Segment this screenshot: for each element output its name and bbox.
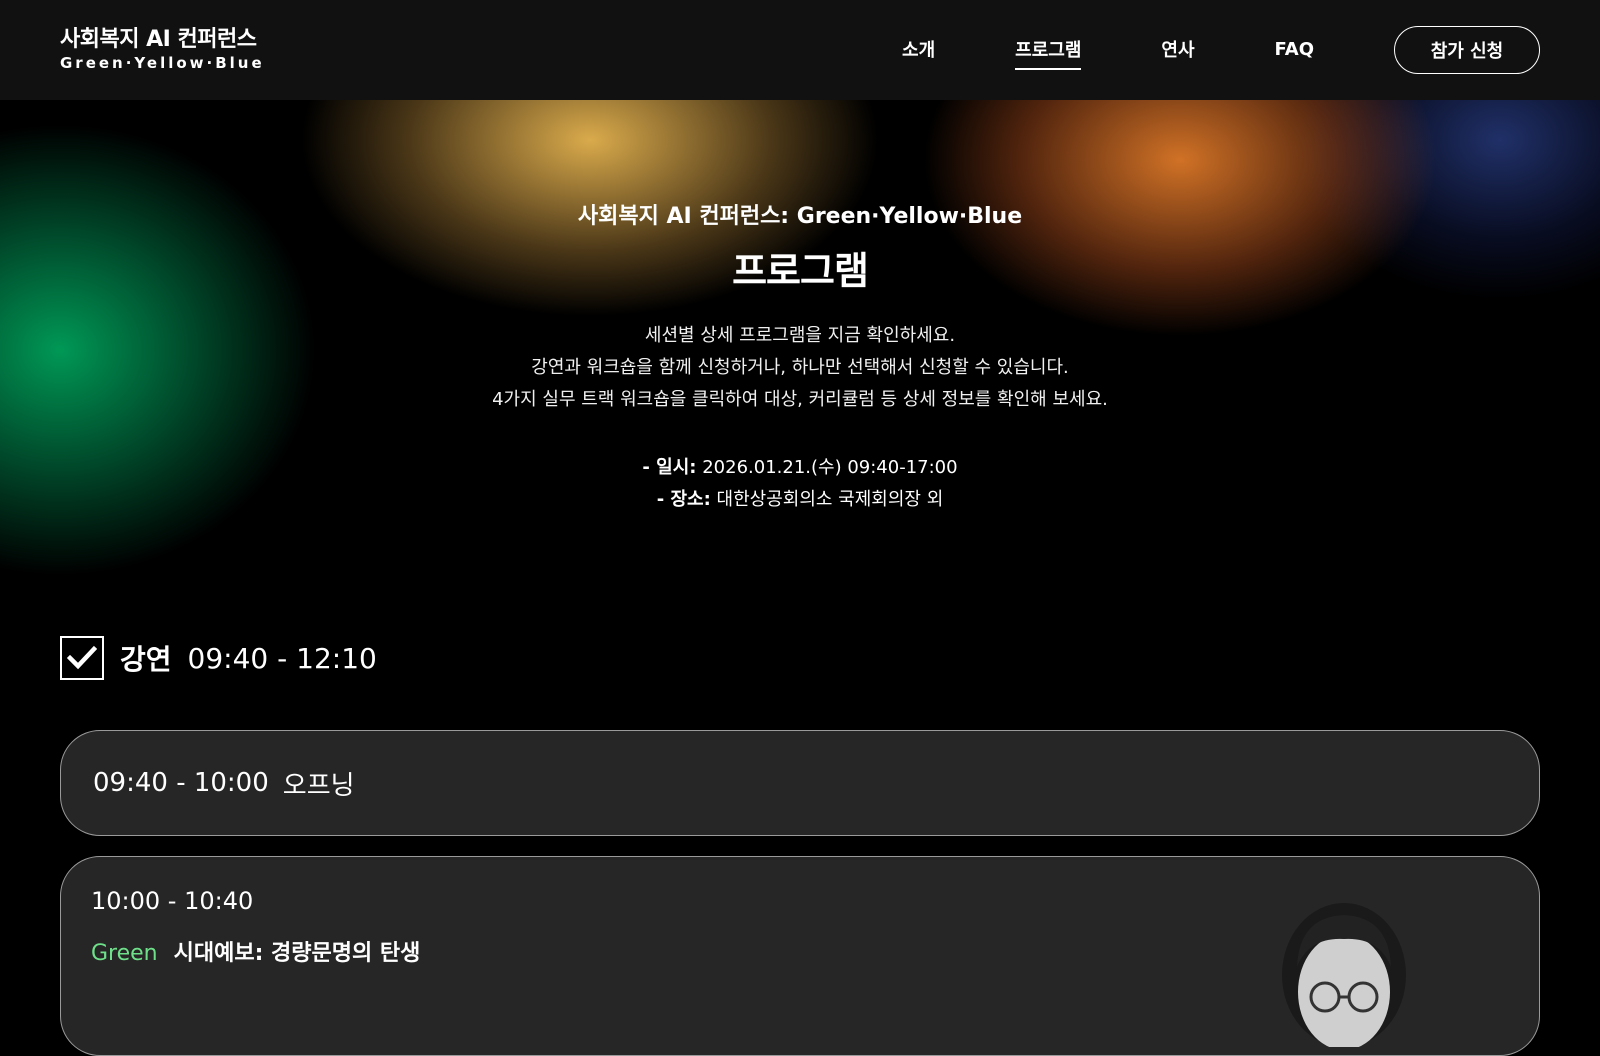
lecture-checkbox[interactable] <box>60 636 104 680</box>
event-place-value: 대한상공회의소 국제회의장 외 <box>716 489 944 510</box>
session-track-badge: Green <box>91 941 158 966</box>
logo-title: 사회복지 AI 컨퍼런스 <box>60 27 257 52</box>
nav-item-speakers[interactable]: 연사 <box>1161 30 1194 70</box>
hero-eyebrow: 사회복지 AI 컨퍼런스: Green·Yellow·Blue <box>577 204 1023 229</box>
hero-description: 세션별 상세 프로그램을 지금 확인하세요. 강연과 워크숍을 함께 신청하거나… <box>0 320 1600 416</box>
logo-subtitle: Green·Yellow·Blue <box>60 54 265 72</box>
section-title: 강연 <box>120 643 172 676</box>
hero-desc-line: 4가지 실무 트랙 워크숍을 클릭하여 대상, 커리큘럼 등 상세 정보를 확인… <box>492 389 1108 410</box>
apply-button[interactable]: 참가 신청 <box>1394 26 1540 74</box>
section-time: 09:40 - 12:10 <box>187 641 377 675</box>
speaker-portrait-icon <box>1279 897 1409 1047</box>
session-title: 오프닝 <box>282 770 355 801</box>
event-date-value: 2026.01.21.(수) 09:40-17:00 <box>702 457 958 478</box>
hero-desc-line: 세션별 상세 프로그램을 지금 확인하세요. <box>644 325 956 346</box>
lecture-section-header: 강연 09:40 - 12:10 <box>60 636 377 680</box>
session-time: 09:40 - 10:00 <box>93 768 269 798</box>
session-card-keynote[interactable]: 10:00 - 10:40 Green 시대예보: 경량문명의 탄생 <box>60 856 1540 1056</box>
event-place-label: - 장소: <box>656 489 711 510</box>
session-card-opening[interactable]: 09:40 - 10:00 오프닝 <box>60 730 1540 836</box>
site-logo[interactable]: 사회복지 AI 컨퍼런스 Green·Yellow·Blue <box>60 27 265 73</box>
event-date-label: - 일시: <box>642 457 697 478</box>
site-header: 사회복지 AI 컨퍼런스 Green·Yellow·Blue 소개 프로그램 연… <box>0 0 1600 100</box>
nav-item-program[interactable]: 프로그램 <box>1015 30 1082 70</box>
nav-item-intro[interactable]: 소개 <box>902 30 935 70</box>
speaker-photo <box>1279 897 1409 1047</box>
checkmark-icon <box>67 645 97 670</box>
hero-banner: 사회복지 AI 컨퍼런스: Green·Yellow·Blue 프로그램 세션별… <box>0 100 1600 620</box>
nav-item-faq[interactable]: FAQ <box>1275 33 1314 68</box>
event-place: - 장소: 대한상공회의소 국제회의장 외 <box>0 484 1600 516</box>
session-title: 시대예보: 경량문명의 탄생 <box>173 941 421 966</box>
event-date: - 일시: 2026.01.21.(수) 09:40-17:00 <box>0 452 1600 484</box>
event-meta: - 일시: 2026.01.21.(수) 09:40-17:00 - 장소: 대… <box>0 452 1600 516</box>
main-nav: 소개 프로그램 연사 FAQ 참가 신청 <box>822 26 1540 74</box>
page-title: 프로그램 <box>732 249 869 293</box>
hero-desc-line: 강연과 워크숍을 함께 신청하거나, 하나만 선택해서 신청할 수 있습니다. <box>531 357 1069 378</box>
